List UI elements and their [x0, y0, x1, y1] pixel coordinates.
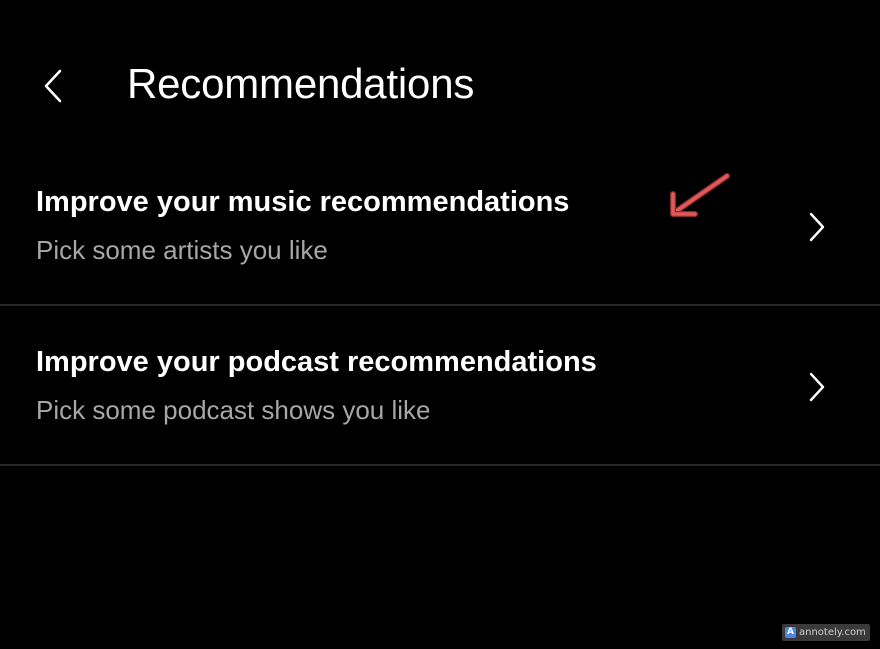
- header-bar: Recommendations: [0, 0, 880, 170]
- back-button[interactable]: [30, 58, 80, 112]
- music-recommendations-subtitle: Pick some artists you like: [36, 235, 328, 265]
- chevron-right-icon: [809, 372, 825, 402]
- podcast-recommendations-subtitle: Pick some podcast shows you like: [36, 395, 431, 425]
- chevron-left-icon: [44, 69, 62, 103]
- watermark: A annotely.com: [782, 624, 870, 641]
- chevron-right-icon: [809, 212, 825, 242]
- annotely-logo-icon: A: [785, 627, 796, 638]
- watermark-text: annotely.com: [799, 627, 866, 638]
- divider: [0, 464, 880, 466]
- podcast-recommendations-title: Improve your podcast recommendations: [36, 346, 597, 378]
- music-recommendations-title: Improve your music recommendations: [36, 186, 570, 218]
- page-title: Recommendations: [127, 60, 475, 107]
- music-recommendations-item[interactable]: Improve your music recommendations Pick …: [0, 146, 880, 306]
- podcast-recommendations-item[interactable]: Improve your podcast recommendations Pic…: [0, 306, 880, 466]
- arrow-annotation-icon: [670, 173, 730, 217]
